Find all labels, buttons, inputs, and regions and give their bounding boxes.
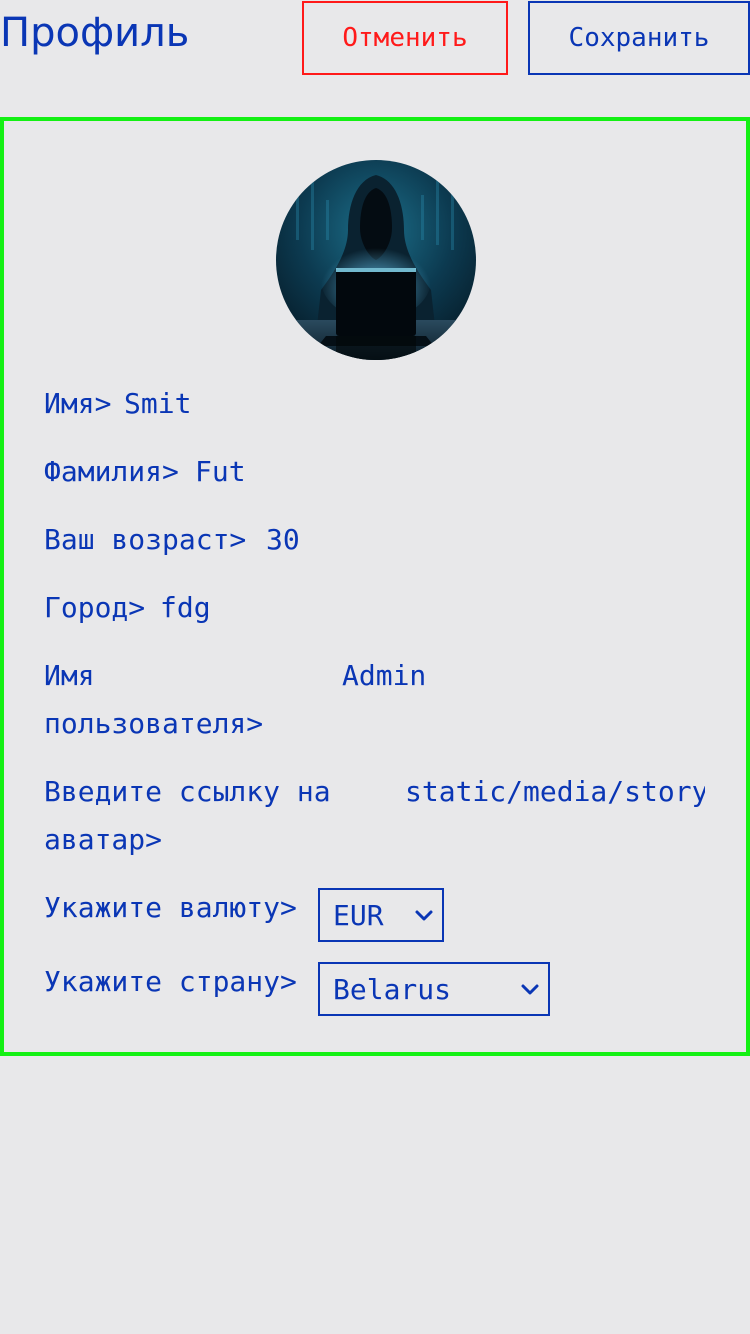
chevron-down-icon — [521, 984, 539, 995]
avatar-link-label-line1: Введите ссылку на — [44, 775, 331, 808]
avatar-link-input[interactable]: static/media/story — [405, 768, 705, 816]
avatar — [276, 160, 476, 360]
surname-value[interactable]: Fut — [195, 448, 246, 496]
page-title: Профиль — [0, 10, 190, 56]
profile-card: Имя> Smit Фамилия> Fut Ваш возраст> 30 Г… — [0, 117, 750, 1056]
currency-select[interactable]: EUR — [318, 888, 444, 942]
hacker-avatar-image — [276, 160, 476, 360]
city-value[interactable]: fdg — [160, 584, 211, 632]
surname-label: Фамилия> — [44, 455, 179, 488]
city-label: Город> — [44, 591, 146, 624]
name-value[interactable]: Smit — [124, 380, 191, 428]
currency-select-value: EUR — [333, 899, 384, 932]
cancel-button[interactable]: Отменить — [302, 1, 508, 75]
chevron-down-icon — [415, 910, 433, 921]
country-select-value: Belarus — [333, 973, 452, 1006]
currency-label: Укажите валюту> — [44, 891, 297, 924]
age-label: Ваш возраст> — [44, 523, 247, 556]
username-label-line1: Имя — [44, 659, 95, 692]
avatar-link-label-line2: аватар> — [44, 823, 163, 856]
username-label-line2: пользователя> — [44, 707, 264, 740]
name-label: Имя> — [44, 387, 112, 420]
age-value[interactable]: 30 — [266, 516, 300, 564]
username-value[interactable]: Admin — [342, 652, 426, 700]
country-label: Укажите страну> — [44, 965, 297, 998]
country-select[interactable]: Belarus — [318, 962, 550, 1016]
save-button[interactable]: Сохранить — [528, 1, 750, 75]
